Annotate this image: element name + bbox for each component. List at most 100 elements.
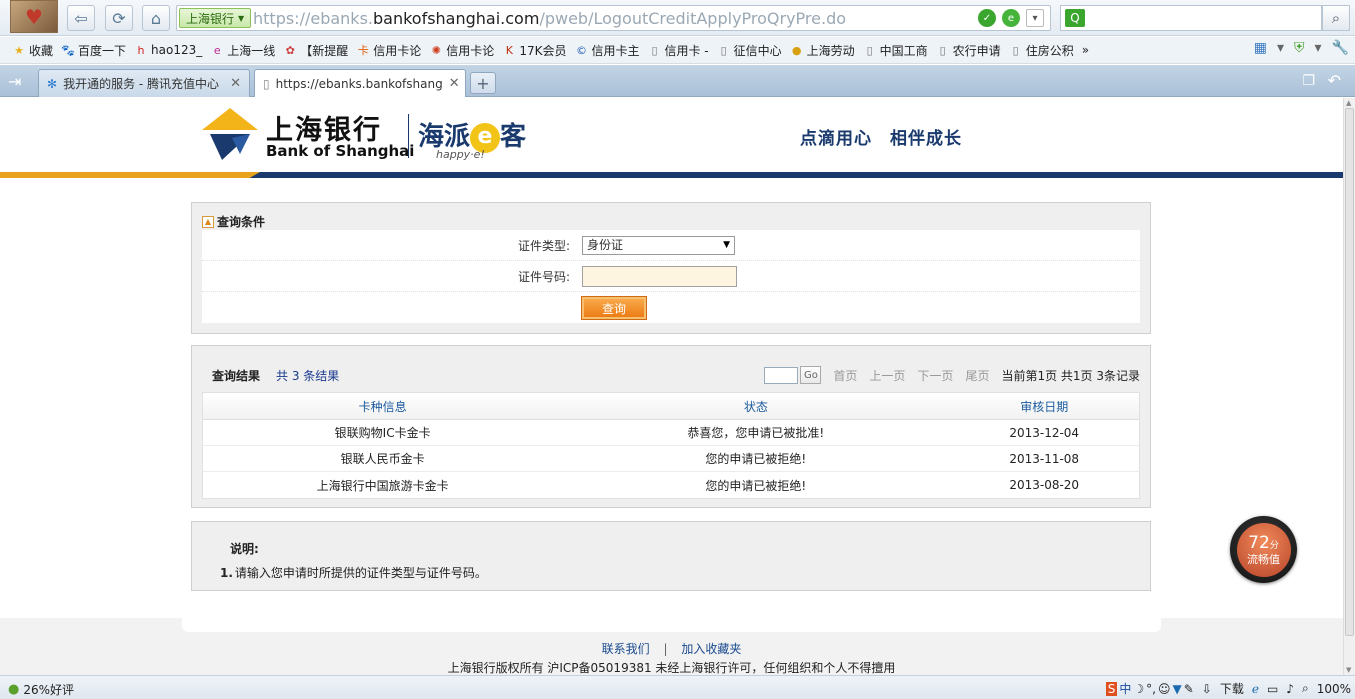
zoom-level[interactable]: 100%: [1317, 682, 1351, 696]
add-bookmark-link[interactable]: 加入收藏夹: [681, 642, 741, 656]
bookmark-item[interactable]: ★ 收藏: [8, 42, 57, 59]
results-table: 卡种信息 状态 审核日期 银联购物IC卡金卡 恭喜您，您申请已被批准! 2013…: [202, 392, 1140, 499]
bookmark-item[interactable]: ● 上海劳动: [786, 42, 859, 59]
cell-status: 恭喜您，您申请已被批准!: [687, 426, 825, 440]
scroll-up-icon[interactable]: ▲: [1346, 99, 1351, 107]
query-panel: ▲ 查询条件 证件类型: 身份证 ▼ 证件号码: 查询: [191, 202, 1151, 334]
bookmark-label: 信用卡 -: [664, 43, 709, 58]
bookmark-item[interactable]: ✺ 信用卡论: [425, 42, 498, 59]
window-restore-icon[interactable]: ❐: [1302, 73, 1315, 89]
cell-card-type: 银联人民币金卡: [340, 452, 425, 466]
vertical-scrollbar[interactable]: ▲ ▼: [1343, 98, 1355, 675]
bookmark-item[interactable]: h hao123_: [130, 43, 206, 57]
fluency-score-widget[interactable]: 72分 流畅值: [1230, 516, 1297, 583]
bookmark-item[interactable]: e 上海一线: [206, 42, 279, 59]
bookmark-label: 收藏: [29, 43, 54, 58]
go-button[interactable]: Go: [800, 366, 822, 384]
id-number-row: 证件号码:: [202, 261, 1140, 292]
query-panel-header[interactable]: ▲ 查询条件: [202, 213, 265, 230]
refresh-button[interactable]: ⟳: [105, 5, 133, 31]
cell-card-type: 上海银行中国旅游卡金卡: [316, 478, 449, 493]
page-number-input[interactable]: [764, 366, 799, 384]
wrench-icon[interactable]: 🔧: [1332, 40, 1349, 56]
page-icon: ▯: [263, 76, 270, 91]
chevron-down-icon[interactable]: ▾: [1277, 40, 1284, 56]
bookmark-item[interactable]: ▯ 农行申请: [932, 42, 1005, 59]
bookmark-item[interactable]: ▯ 征信中心: [713, 42, 786, 59]
bookmark-label: 上海一线: [227, 43, 276, 58]
id-type-selected: 身份证: [587, 238, 624, 252]
scroll-down-icon[interactable]: ▼: [1346, 666, 1351, 674]
star-icon: ★: [14, 43, 24, 57]
paw-icon: 🐾: [61, 43, 75, 57]
bookmark-item[interactable]: 卡信用卡论: [352, 42, 425, 59]
new-tab-button[interactable]: +: [470, 72, 496, 94]
user-avatar[interactable]: ♥: [10, 0, 58, 33]
bookmark-label: 征信中心: [733, 43, 782, 58]
tab-bankofshanghai[interactable]: ▯ https://ebanks.bankofshang ✕: [254, 69, 466, 97]
bookmark-item[interactable]: ▯ 中国工商: [859, 42, 932, 59]
bookmark-item[interactable]: ✿ 【新提醒: [279, 42, 352, 59]
bookmark-item[interactable]: 🐾 百度一下: [57, 42, 130, 59]
close-icon[interactable]: ✕: [230, 76, 241, 91]
bookmark-item[interactable]: © 信用卡主: [570, 42, 643, 59]
k-icon: K: [505, 43, 513, 57]
tab-label: 我开通的服务 - 腾讯充值中心: [63, 77, 220, 91]
speaker-icon[interactable]: ♪: [1286, 682, 1294, 696]
security-shield-icon[interactable]: ✓: [978, 9, 996, 27]
bookmarks-tools: ▦ ▾ ⛨ ▾ 🔧: [1254, 40, 1349, 56]
contact-us-link[interactable]: 联系我们: [602, 642, 650, 656]
ime-toolbar[interactable]: S 中 ☽ °, ☺ ▼ ✎: [1105, 680, 1194, 697]
bookmark-item[interactable]: K 17K会员: [498, 42, 570, 59]
apps-grid-icon[interactable]: ▦: [1254, 40, 1267, 56]
sidebar-toggle-icon[interactable]: ⇥: [8, 72, 21, 91]
chevron-down-icon[interactable]: ▾: [1026, 9, 1044, 27]
bookmark-item[interactable]: ▯ 信用卡 -: [643, 42, 712, 59]
url-icons: ✓ e ▾: [978, 9, 1044, 27]
chevron-down-icon[interactable]: ▾: [1315, 40, 1322, 56]
bookmark-label: 中国工商: [879, 43, 928, 58]
search-input[interactable]: Q: [1060, 5, 1322, 31]
tab-tencent[interactable]: ✻ 我开通的服务 - 腾讯充值中心 ✕: [38, 69, 250, 97]
ie-icon[interactable]: ℯ: [1252, 682, 1259, 696]
fluency-score-value: 72: [1248, 532, 1270, 553]
next-page-link[interactable]: 下一页: [917, 367, 953, 384]
more-bookmarks-icon[interactable]: »: [1078, 43, 1093, 57]
site-identity-badge[interactable]: 上海银行 ▼: [179, 8, 252, 28]
url-text[interactable]: https://ebanks.bankofshanghai.com/pweb/L…: [253, 9, 846, 28]
search-engine-icon[interactable]: Q: [1065, 9, 1085, 27]
status-rating[interactable]: ● 26%好评: [8, 681, 74, 698]
page-icon: ▯: [651, 43, 658, 57]
id-type-select[interactable]: 身份证 ▼: [582, 236, 735, 255]
address-bar[interactable]: 上海银行 ▼ https://ebanks.bankofshanghai.com…: [176, 5, 1051, 31]
query-panel-title: 查询条件: [217, 215, 266, 229]
home-button[interactable]: ⌂: [142, 5, 170, 31]
id-type-row: 证件类型: 身份证 ▼: [202, 230, 1140, 261]
tools-icon: ✎: [1183, 681, 1194, 696]
bookmark-item[interactable]: ▯ 住房公积: [1005, 42, 1078, 59]
browser-mode-icon[interactable]: e: [1002, 9, 1020, 27]
first-page-link[interactable]: 首页: [833, 367, 857, 384]
window-icon[interactable]: ▭: [1267, 682, 1278, 696]
collapse-icon[interactable]: ▲: [202, 215, 214, 228]
close-icon[interactable]: ✕: [449, 76, 460, 91]
prev-page-link[interactable]: 上一页: [869, 367, 905, 384]
undo-close-icon[interactable]: ↶: [1328, 71, 1341, 90]
skin-icon: ▼: [1172, 681, 1182, 696]
query-button[interactable]: 查询: [581, 296, 647, 320]
notes-title: 说明:: [230, 542, 259, 556]
last-page-link[interactable]: 尾页: [965, 367, 989, 384]
search-button[interactable]: ⌕: [1322, 5, 1350, 31]
shield-icon[interactable]: ⛨: [1294, 40, 1305, 56]
back-button[interactable]: ⇦: [67, 5, 95, 31]
url-path: /pweb/LogoutCreditApplyProQryPre.do: [539, 9, 847, 28]
results-panel: 查询结果 共 3 条结果 Go 首页 上一页 下一页 尾页 当前第1页 共1页 …: [191, 345, 1151, 508]
apple-icon: ●: [8, 682, 20, 697]
scrollbar-thumb[interactable]: [1345, 108, 1354, 636]
user-icon: ☺: [1157, 681, 1171, 696]
download-label[interactable]: 下载: [1220, 680, 1244, 697]
cell-review-date: 2013-11-08: [1009, 451, 1080, 466]
id-number-input[interactable]: [582, 266, 737, 287]
tencent-icon: ✻: [47, 76, 58, 91]
table-row: 银联人民币金卡 您的申请已被拒绝! 2013-11-08: [203, 446, 1139, 472]
